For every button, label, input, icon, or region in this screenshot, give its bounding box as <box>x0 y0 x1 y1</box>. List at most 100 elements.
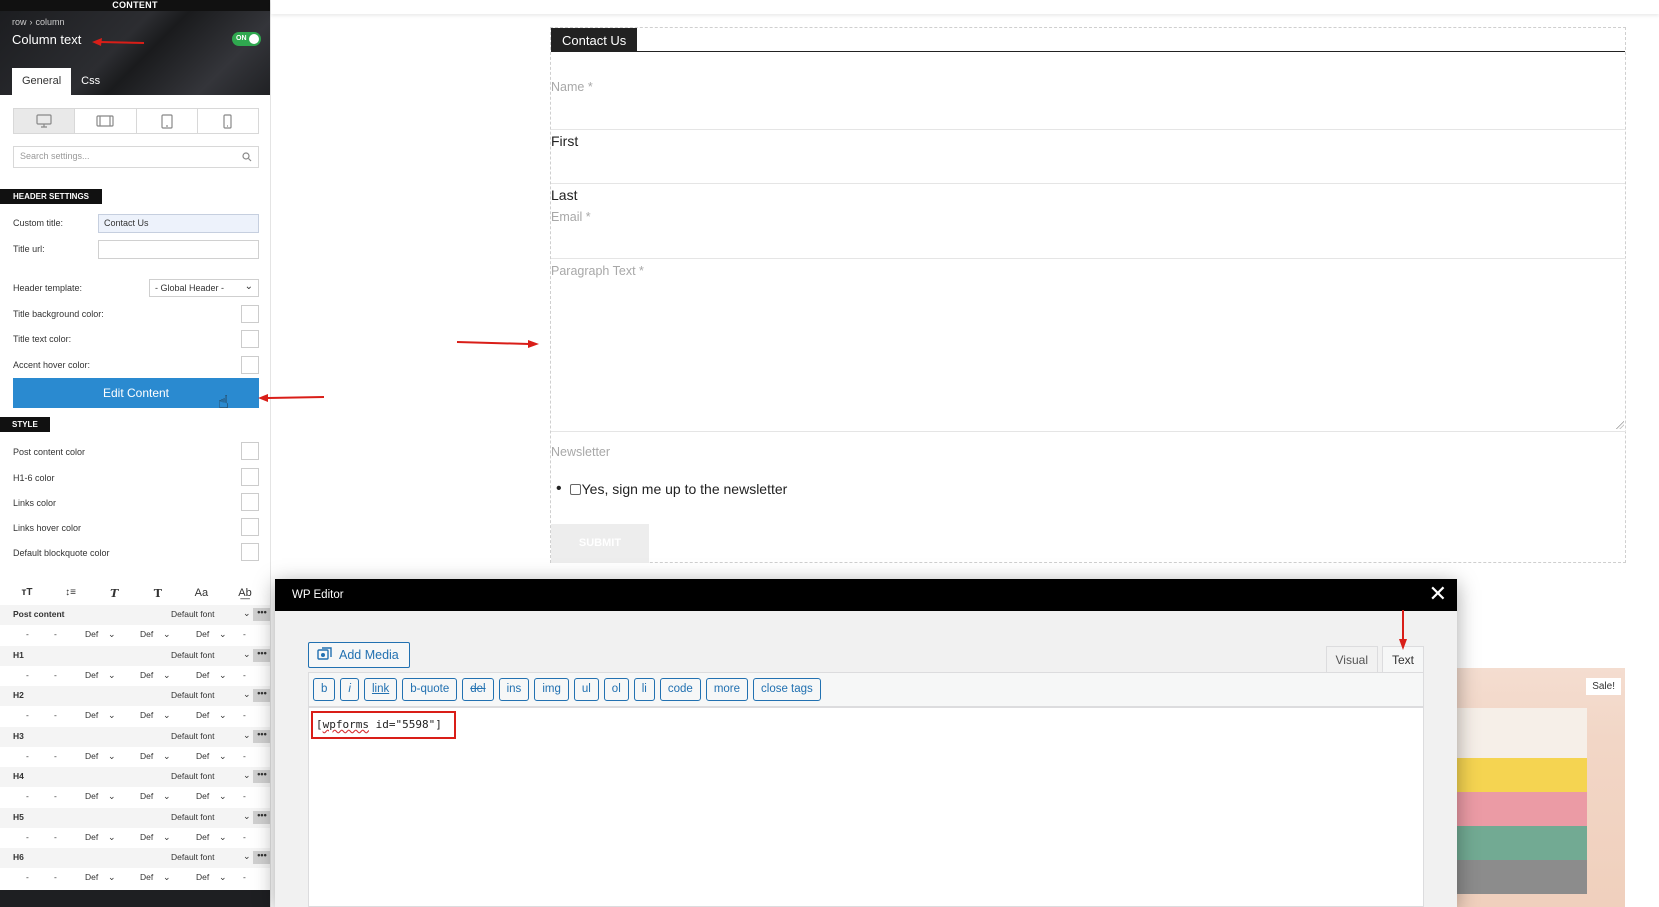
post-content-color-swatch[interactable] <box>241 442 259 460</box>
font-family-select[interactable]: Default font <box>171 609 214 619</box>
typography-value[interactable]: - <box>243 710 246 720</box>
custom-title-input[interactable]: Contact Us <box>98 214 259 233</box>
typography-value[interactable]: Def <box>140 629 153 639</box>
more-options-icon[interactable]: ••• <box>253 608 270 621</box>
typography-value[interactable]: Def <box>85 832 98 842</box>
quicktag-img-button[interactable]: img <box>534 678 569 701</box>
quicktag-more-button[interactable]: more <box>705 678 749 701</box>
typography-value[interactable]: Def <box>196 670 209 680</box>
typography-value[interactable]: - <box>54 670 57 680</box>
typography-value[interactable]: - <box>243 751 246 761</box>
typography-value[interactable]: - <box>243 670 246 680</box>
name-last-input[interactable] <box>551 183 1625 184</box>
typography-value[interactable]: Def <box>196 872 209 882</box>
font-family-select[interactable]: Default font <box>171 690 214 700</box>
tablet-icon[interactable] <box>137 109 198 133</box>
enable-toggle[interactable]: ON <box>232 32 261 46</box>
typography-value[interactable]: Def <box>85 710 98 720</box>
typography-value[interactable]: - <box>54 791 57 801</box>
typography-value[interactable]: Def <box>85 670 98 680</box>
typography-value[interactable]: - <box>26 710 29 720</box>
font-family-select[interactable]: Default font <box>171 771 214 781</box>
more-options-icon[interactable]: ••• <box>253 811 270 824</box>
accent-hover-color-swatch[interactable] <box>241 356 259 374</box>
product-image[interactable]: Sale! <box>1457 668 1625 907</box>
quicktag-del-button[interactable]: del <box>462 678 494 701</box>
typography-value[interactable]: Def <box>140 872 153 882</box>
font-family-select[interactable]: Default font <box>171 852 214 862</box>
typography-value[interactable]: Def <box>196 710 209 720</box>
paragraph-textarea[interactable] <box>551 258 1626 432</box>
quicktag-ol-button[interactable]: ol <box>603 678 629 701</box>
typography-value[interactable]: - <box>243 832 246 842</box>
editor-textarea[interactable]: [wpforms id="5598"] <box>308 707 1424 907</box>
quicktag-i-button[interactable]: i <box>340 678 359 701</box>
quicktag-close-tags-button[interactable]: close tags <box>753 678 821 701</box>
typography-value[interactable]: - <box>243 629 246 639</box>
typography-value[interactable]: - <box>54 751 57 761</box>
typography-value[interactable]: - <box>54 832 57 842</box>
desktop-icon[interactable] <box>14 109 76 133</box>
submit-button[interactable]: SUBMIT <box>551 524 649 563</box>
quicktag-b-quote-button[interactable]: b-quote <box>402 678 458 701</box>
typography-value[interactable]: - <box>243 872 246 882</box>
tab-general[interactable]: General <box>12 68 72 95</box>
typography-value[interactable]: - <box>54 872 57 882</box>
typography-value[interactable]: Def <box>196 629 209 639</box>
typography-value[interactable]: - <box>54 710 57 720</box>
links-color-swatch[interactable] <box>241 493 259 511</box>
typography-value[interactable]: Def <box>140 670 153 680</box>
quicktag-b-button[interactable]: b <box>313 678 336 701</box>
title-text-color-swatch[interactable] <box>241 330 259 348</box>
more-options-icon[interactable]: ••• <box>253 851 270 864</box>
more-options-icon[interactable]: ••• <box>253 649 270 662</box>
title-bg-color-swatch[interactable] <box>241 305 259 323</box>
tab-css[interactable]: Css <box>71 68 110 95</box>
typography-value[interactable]: - <box>26 791 29 801</box>
blockquote-color-swatch[interactable] <box>241 543 259 561</box>
typography-value[interactable]: Def <box>140 751 153 761</box>
typography-value[interactable]: - <box>243 791 246 801</box>
breadcrumb-row[interactable]: row <box>12 17 27 27</box>
quicktag-li-button[interactable]: li <box>633 678 655 701</box>
settings-search-input[interactable]: Search settings... <box>13 146 259 168</box>
more-options-icon[interactable]: ••• <box>253 689 270 702</box>
title-url-input[interactable] <box>98 240 259 259</box>
typography-value[interactable]: - <box>26 751 29 761</box>
quicktag-ins-button[interactable]: ins <box>498 678 530 701</box>
typography-value[interactable]: - <box>26 629 29 639</box>
links-hover-color-swatch[interactable] <box>241 518 259 536</box>
more-options-icon[interactable]: ••• <box>253 770 270 783</box>
font-family-select[interactable]: Default font <box>171 650 214 660</box>
laptop-icon[interactable] <box>75 109 137 133</box>
more-options-icon[interactable]: ••• <box>253 730 270 743</box>
resize-handle-icon[interactable] <box>1616 421 1624 429</box>
font-family-select[interactable]: Default font <box>171 812 214 822</box>
quicktag-ul-button[interactable]: ul <box>573 678 599 701</box>
breadcrumb-column[interactable]: column <box>36 17 65 27</box>
typography-value[interactable]: Def <box>85 629 98 639</box>
typography-value[interactable]: Def <box>140 791 153 801</box>
add-media-button[interactable]: Add Media <box>308 642 410 668</box>
typography-value[interactable]: - <box>26 670 29 680</box>
name-first-input[interactable] <box>551 129 1625 130</box>
header-template-select[interactable]: - Global Header - ⌄ <box>149 279 259 297</box>
typography-value[interactable]: Def <box>196 751 209 761</box>
typography-value[interactable]: Def <box>85 791 98 801</box>
quicktag-code-button[interactable]: code <box>659 678 701 701</box>
typography-value[interactable]: - <box>26 872 29 882</box>
typography-value[interactable]: Def <box>85 751 98 761</box>
typography-value[interactable]: - <box>26 832 29 842</box>
quicktag-link-button[interactable]: link <box>363 678 398 701</box>
font-family-select[interactable]: Default font <box>171 731 214 741</box>
h1-6-color-swatch[interactable] <box>241 468 259 486</box>
typography-value[interactable]: - <box>54 629 57 639</box>
typography-value[interactable]: Def <box>196 832 209 842</box>
mobile-icon[interactable] <box>198 109 258 133</box>
typography-value[interactable]: Def <box>140 832 153 842</box>
typography-value[interactable]: Def <box>85 872 98 882</box>
close-icon[interactable]: ✕ <box>1429 579 1447 609</box>
tab-visual[interactable]: Visual <box>1325 646 1378 672</box>
typography-value[interactable]: Def <box>196 791 209 801</box>
typography-value[interactable]: Def <box>140 710 153 720</box>
